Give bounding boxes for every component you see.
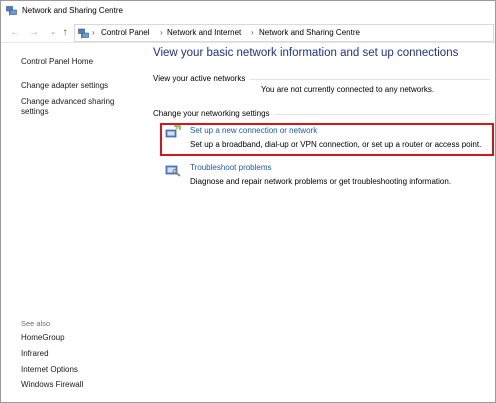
divider xyxy=(250,79,490,80)
window-title: Network and Sharing Centre xyxy=(22,6,123,15)
change-settings-label: Change your networking settings xyxy=(153,109,270,118)
troubleshoot-problems-description: Diagnose and repair network problems or … xyxy=(190,177,452,186)
network-icon xyxy=(78,28,89,39)
arrow-up-icon[interactable]: ↑ xyxy=(59,27,71,39)
sidebar-item-control-panel-home[interactable]: Control Panel Home xyxy=(21,57,93,67)
sidebar-item-change-advanced-sharing[interactable]: Change advanced sharing xyxy=(21,97,114,107)
sidebar-item-change-advanced-sharing-line2[interactable]: settings xyxy=(21,107,49,117)
window: Network and Sharing Centre ← → ⌄ ↑ › Con… xyxy=(0,0,496,403)
sidebar-item-infrared[interactable]: Infrared xyxy=(21,349,49,359)
title-bar: Network and Sharing Centre xyxy=(1,1,495,21)
breadcrumb-control-panel[interactable]: Control Panel xyxy=(101,28,149,37)
page-title: View your basic network information and … xyxy=(153,47,459,59)
breadcrumb-separator: › xyxy=(251,28,254,37)
breadcrumb-network-and-sharing-centre[interactable]: Network and Sharing Centre xyxy=(259,28,360,37)
address-bar: ← → ⌄ ↑ › Control Panel › Network and In… xyxy=(1,23,495,43)
troubleshoot-problems-link[interactable]: Troubleshoot problems xyxy=(190,163,272,172)
address-box[interactable]: › Control Panel › Network and Internet ›… xyxy=(74,24,494,42)
sidebar-item-change-adapter-settings[interactable]: Change adapter settings xyxy=(21,81,108,91)
see-also-label: See also xyxy=(21,319,51,328)
breadcrumb-network-and-internet[interactable]: Network and Internet xyxy=(167,28,241,37)
sidebar: Control Panel Home Change adapter settin… xyxy=(1,45,146,401)
sidebar-item-internet-options[interactable]: Internet Options xyxy=(21,365,78,375)
divider xyxy=(275,114,490,115)
active-networks-label: View your active networks xyxy=(153,74,246,83)
chevron-down-icon[interactable]: ⌄ xyxy=(47,27,59,39)
breadcrumb-separator: › xyxy=(92,28,95,37)
arrow-left-icon[interactable]: ← xyxy=(9,27,21,39)
sidebar-item-homegroup[interactable]: HomeGroup xyxy=(21,333,65,343)
highlight-box xyxy=(160,123,494,156)
network-icon xyxy=(6,6,17,16)
troubleshoot-icon[interactable] xyxy=(165,163,181,177)
not-connected-status: You are not currently connected to any n… xyxy=(261,85,435,94)
breadcrumb-separator: › xyxy=(160,28,163,37)
sidebar-item-windows-firewall[interactable]: Windows Firewall xyxy=(21,380,83,390)
arrow-right-icon[interactable]: → xyxy=(28,27,40,39)
